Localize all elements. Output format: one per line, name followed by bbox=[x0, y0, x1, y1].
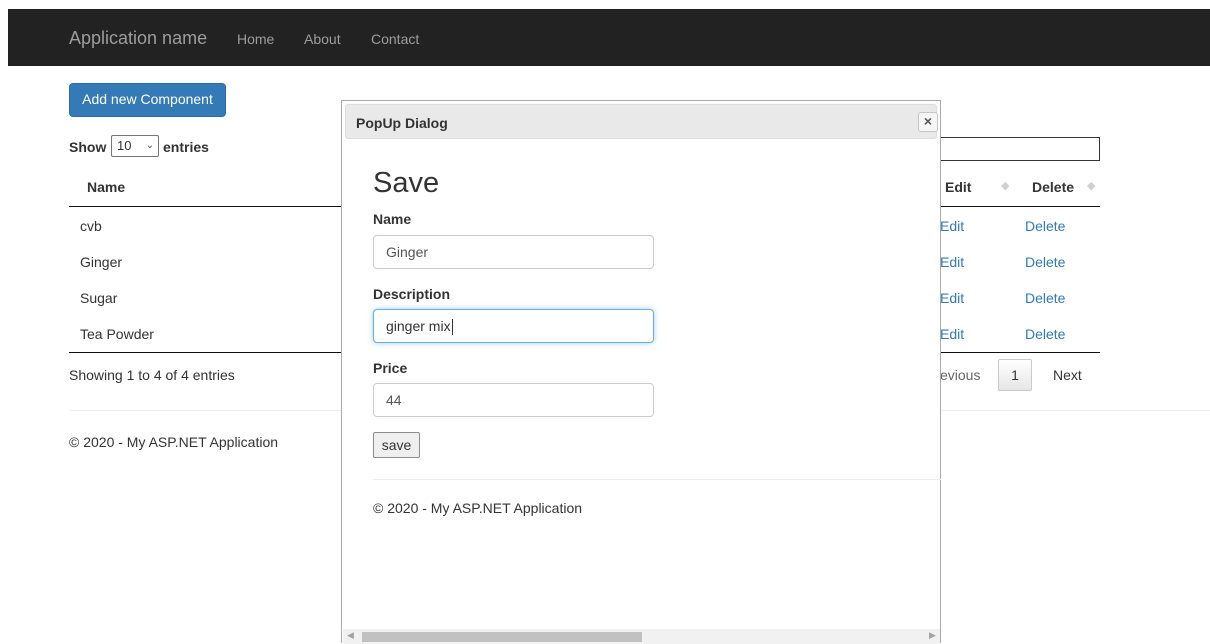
sort-icon: ◆ bbox=[1001, 180, 1010, 192]
close-icon[interactable]: × bbox=[918, 112, 938, 132]
nav-link-about[interactable]: About bbox=[304, 31, 341, 47]
delete-link[interactable]: Delete bbox=[1025, 254, 1065, 270]
arrow-left-icon[interactable]: ◀ bbox=[347, 630, 354, 641]
brand-link[interactable]: Application name bbox=[69, 28, 207, 48]
dialog-footer: © 2020 - My ASP.NET Application bbox=[373, 500, 583, 516]
page-footer: © 2020 - My ASP.NET Application bbox=[69, 434, 279, 450]
arrow-right-icon[interactable]: ▶ bbox=[929, 630, 936, 641]
pagination-previous[interactable]: evious bbox=[940, 367, 980, 383]
name-label: Name bbox=[373, 211, 412, 227]
edit-link[interactable]: Edit bbox=[940, 326, 964, 342]
nav-link-contact[interactable]: Contact bbox=[371, 31, 419, 47]
page-length-select[interactable]: 10 ⌄ bbox=[111, 135, 159, 157]
edit-link[interactable]: Edit bbox=[940, 254, 964, 270]
popup-dialog: PopUp Dialog × Save Name Ginger Descript… bbox=[341, 100, 941, 644]
dialog-titlebar[interactable]: PopUp Dialog × bbox=[345, 104, 938, 139]
name-field[interactable]: Ginger bbox=[373, 235, 654, 269]
entries-label: entries bbox=[163, 139, 209, 155]
edit-link[interactable]: Edit bbox=[940, 290, 964, 306]
table-row-name: Tea Powder bbox=[80, 326, 154, 342]
save-button[interactable]: save bbox=[373, 432, 420, 458]
delete-link[interactable]: Delete bbox=[1025, 326, 1065, 342]
column-header-edit[interactable]: Edit bbox=[945, 179, 971, 195]
dialog-footer-divider bbox=[373, 479, 941, 480]
search-input[interactable] bbox=[938, 137, 1100, 161]
description-label: Description bbox=[373, 286, 451, 302]
price-label: Price bbox=[373, 360, 408, 376]
page-length-value: 10 bbox=[117, 138, 132, 153]
table-row-name: Ginger bbox=[80, 254, 123, 270]
price-field[interactable]: 44 bbox=[373, 383, 654, 417]
pagination-next[interactable]: Next bbox=[1053, 367, 1082, 383]
navbar: Application name Home About Contact bbox=[8, 9, 1210, 66]
delete-link[interactable]: Delete bbox=[1025, 218, 1065, 234]
table-info: Showing 1 to 4 of 4 entries bbox=[69, 367, 235, 383]
top-strip bbox=[0, 0, 1210, 9]
name-field-value: Ginger bbox=[386, 244, 429, 260]
horizontal-scrollbar[interactable]: ◀ ▶ bbox=[343, 629, 940, 644]
scrollbar-thumb[interactable] bbox=[362, 632, 642, 642]
description-field-value: ginger mix bbox=[386, 318, 451, 334]
delete-link[interactable]: Delete bbox=[1025, 290, 1065, 306]
sort-icon: ◆ bbox=[1087, 180, 1096, 192]
nav-link-home[interactable]: Home bbox=[237, 31, 274, 47]
dialog-title: PopUp Dialog bbox=[356, 115, 448, 131]
form-heading: Save bbox=[373, 167, 440, 199]
column-header-name[interactable]: Name bbox=[87, 179, 125, 195]
table-row-name: Sugar bbox=[80, 290, 118, 306]
price-field-value: 44 bbox=[386, 392, 402, 408]
show-label: Show bbox=[69, 139, 107, 155]
edit-link[interactable]: Edit bbox=[940, 218, 964, 234]
description-field[interactable]: ginger mix bbox=[373, 309, 654, 343]
text-cursor bbox=[451, 319, 453, 336]
column-header-delete[interactable]: Delete bbox=[1032, 179, 1074, 195]
add-new-component-button[interactable]: Add new Component bbox=[69, 83, 226, 117]
pagination-page-1[interactable]: 1 bbox=[998, 359, 1032, 391]
chevron-down-icon: ⌄ bbox=[145, 140, 154, 151]
table-row-name: cvb bbox=[80, 218, 102, 234]
